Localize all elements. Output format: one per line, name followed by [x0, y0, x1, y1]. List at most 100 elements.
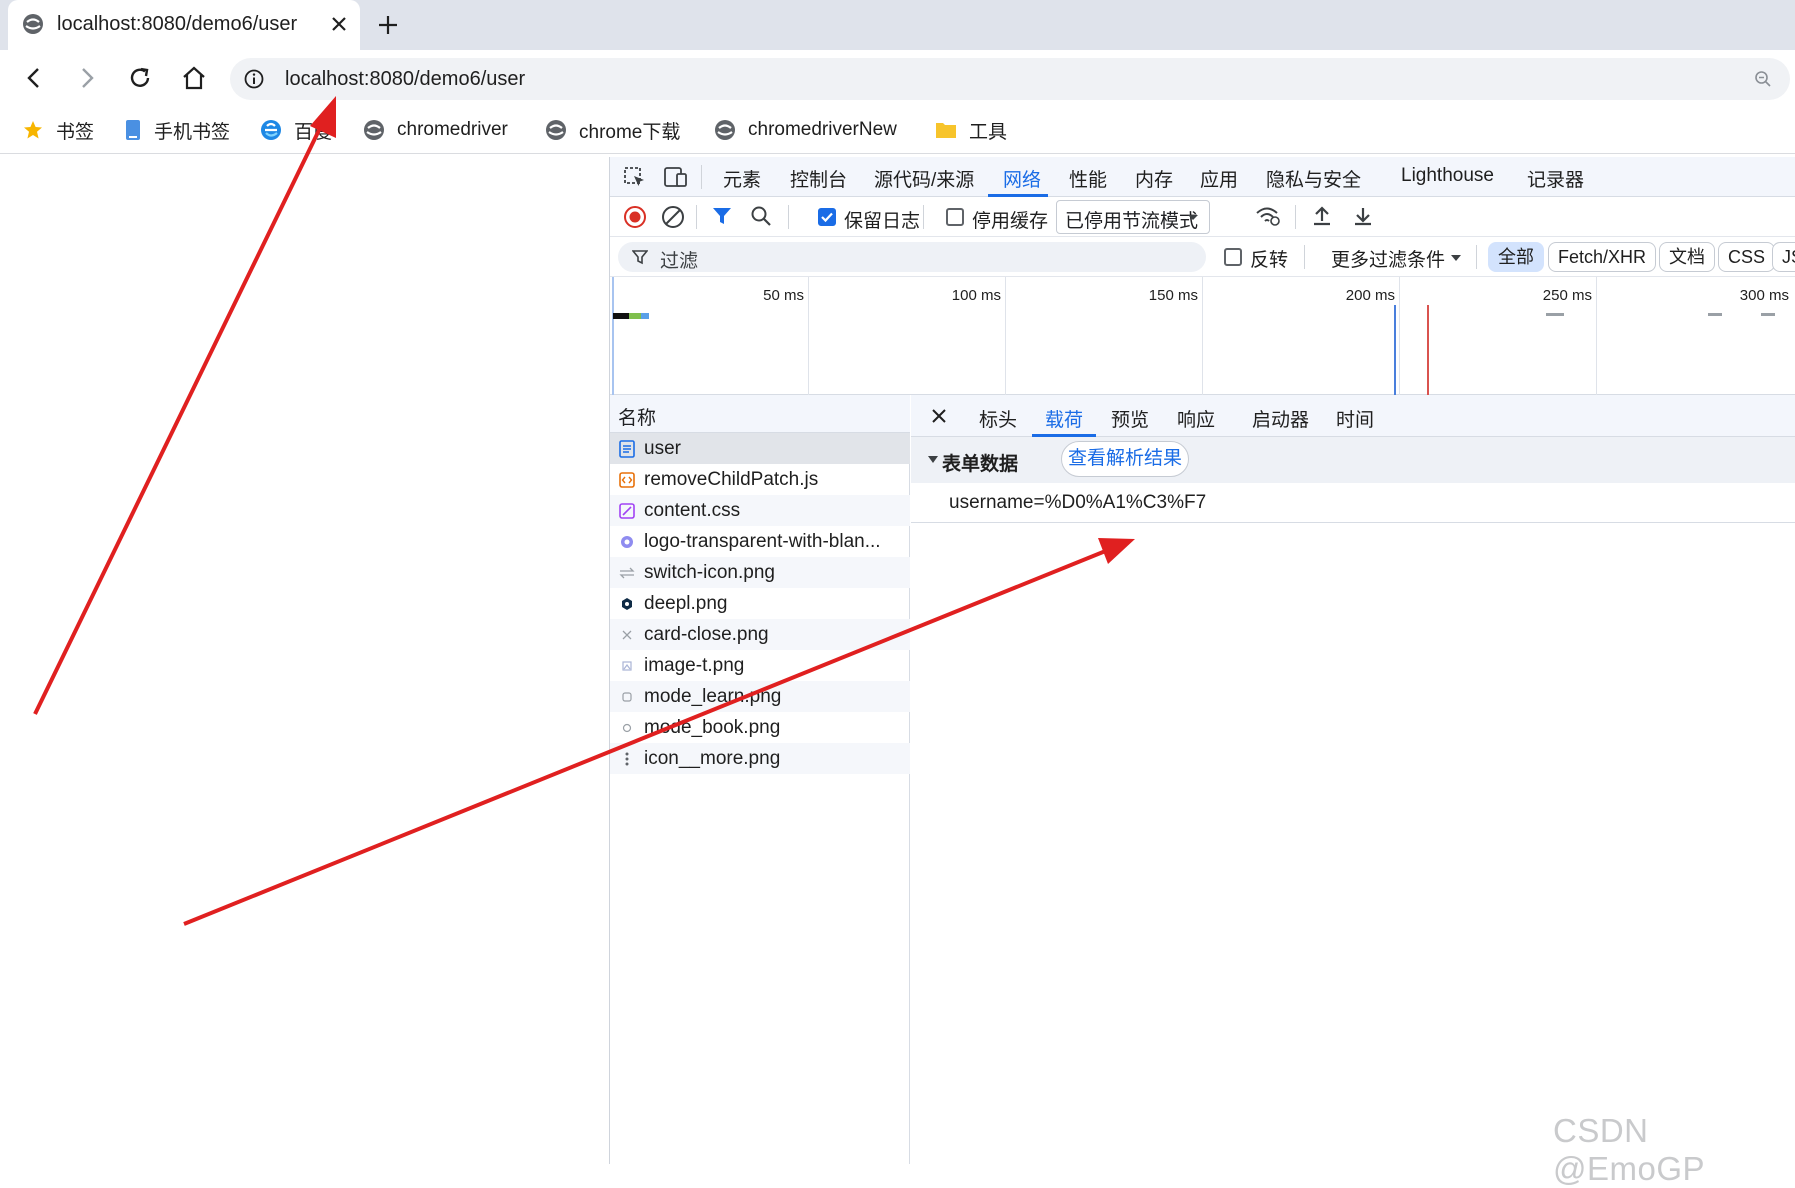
reload-icon[interactable]	[126, 64, 154, 92]
detail-tab-timing[interactable]: 时间	[1336, 405, 1374, 432]
request-row[interactable]: logo-transparent-with-blan...	[610, 526, 910, 557]
stylesheet-icon	[610, 502, 644, 519]
request-name: user	[644, 437, 681, 459]
detail-tab-headers[interactable]: 标头	[979, 405, 1017, 432]
network-toolbar: 保留日志 停用缓存 已停用节流模式	[610, 197, 1795, 237]
bookmark-label: 书签	[56, 121, 95, 143]
import-har-icon[interactable]	[1311, 205, 1333, 227]
timeline-gridline	[1005, 277, 1006, 395]
panel-tab-network[interactable]: 网络	[1003, 165, 1041, 192]
bookmark-item[interactable]: chromedriver	[363, 116, 508, 144]
panel-tab-console[interactable]: 控制台	[790, 165, 847, 192]
image-icon	[610, 567, 644, 579]
browser-toolbar: localhost:8080/demo6/user	[0, 50, 1795, 106]
image-icon	[610, 629, 644, 641]
panel-tab-performance[interactable]: 性能	[1069, 165, 1107, 192]
view-parsed-button[interactable]: 查看解析结果	[1061, 441, 1189, 477]
throttle-value: 已停用节流模式	[1065, 211, 1199, 232]
type-filter-css[interactable]: CSS	[1718, 242, 1776, 272]
detail-tab-response[interactable]: 响应	[1177, 405, 1215, 432]
timeline-gridline	[1596, 277, 1597, 395]
detail-tab-preview[interactable]: 预览	[1111, 405, 1149, 432]
back-icon[interactable]	[20, 64, 48, 92]
request-detail-pane: 标头 载荷 预览 响应 启动器 时间 表单数据 查看解析结果 username=…	[911, 395, 1795, 1164]
panel-tab-lighthouse[interactable]: Lighthouse	[1401, 165, 1494, 187]
image-icon	[610, 691, 644, 703]
annotation-arrow-to-url	[33, 96, 336, 715]
zoom-icon[interactable]	[1754, 70, 1772, 88]
timeline-tick-label: 50 ms	[763, 287, 804, 304]
request-row[interactable]: user	[610, 433, 910, 464]
address-bar[interactable]: localhost:8080/demo6/user	[230, 58, 1790, 100]
request-row[interactable]: content.css	[610, 495, 910, 526]
forward-icon[interactable]	[73, 64, 101, 92]
browser-tab[interactable]: localhost:8080/demo6/user	[8, 0, 360, 50]
request-row[interactable]: image-t.png	[610, 650, 910, 681]
name-column-header: 名称	[618, 408, 657, 429]
filter-input[interactable]: 过滤	[618, 242, 1206, 272]
request-row[interactable]: mode_learn.png	[610, 681, 910, 712]
devtools-panel-tabs: 元素 控制台 源代码/来源 网络 性能 内存 应用 隐私与安全 Lighthou…	[610, 157, 1795, 197]
inspect-element-icon[interactable]	[623, 166, 647, 188]
network-conditions-icon[interactable]	[1255, 205, 1281, 227]
phone-icon	[124, 119, 142, 141]
image-icon	[610, 597, 644, 611]
type-filter-js[interactable]: JS	[1772, 242, 1795, 272]
type-filter-doc[interactable]: 文档	[1659, 242, 1715, 272]
clear-icon[interactable]	[661, 205, 685, 229]
request-row[interactable]: card-close.png	[610, 619, 910, 650]
bookmark-item[interactable]: 工具	[935, 116, 1007, 144]
type-filter-fetch-xhr[interactable]: Fetch/XHR	[1548, 242, 1657, 272]
request-row[interactable]: mode_book.png	[610, 712, 910, 743]
export-har-icon[interactable]	[1352, 205, 1374, 227]
record-stop-icon[interactable]	[623, 205, 647, 229]
detail-tab-initiator[interactable]: 启动器	[1252, 405, 1309, 432]
bookmark-item[interactable]: 书签	[22, 116, 94, 144]
more-filters-dropdown[interactable]: 更多过滤条件	[1331, 245, 1445, 272]
site-info-icon[interactable]	[244, 69, 264, 89]
timeline-overview[interactable]: 50 ms 100 ms 150 ms 200 ms 250 ms 300 ms	[610, 277, 1795, 395]
panel-tab-sources[interactable]: 源代码/来源	[874, 165, 974, 192]
close-tab-icon[interactable]	[330, 15, 348, 33]
filter-funnel-icon[interactable]	[711, 205, 733, 227]
bookmark-item[interactable]: chromedriverNew	[714, 116, 897, 144]
filter-placeholder: 过滤	[660, 251, 699, 272]
disable-cache-checkbox[interactable]	[946, 208, 964, 226]
bookmarks-bar: 书签 手机书签 百度 chromedriver chrome下载 chromed…	[0, 106, 1795, 154]
request-row[interactable]: deepl.png	[610, 588, 910, 619]
document-icon	[610, 439, 644, 458]
bookmark-label: 手机书签	[154, 121, 231, 143]
separator	[1304, 245, 1305, 269]
request-name: switch-icon.png	[644, 561, 775, 583]
dom-content-loaded-marker	[1394, 305, 1396, 395]
type-filter-all[interactable]: 全部	[1488, 242, 1544, 272]
throttle-select[interactable]: 已停用节流模式	[1056, 200, 1210, 234]
panel-tab-application[interactable]: 应用	[1200, 165, 1238, 192]
timeline-gridline	[1399, 277, 1400, 395]
close-icon[interactable]	[931, 408, 947, 424]
bookmark-item[interactable]: 百度	[260, 116, 332, 144]
request-row[interactable]: removeChildPatch.js	[610, 464, 910, 495]
invert-checkbox[interactable]	[1224, 248, 1242, 266]
preserve-log-checkbox[interactable]	[818, 208, 836, 226]
request-row[interactable]: switch-icon.png	[610, 557, 910, 588]
panel-tab-recorder[interactable]: 记录器	[1527, 165, 1584, 192]
bookmark-item[interactable]: chrome下载	[545, 116, 680, 144]
detail-tab-payload[interactable]: 载荷	[1045, 405, 1083, 432]
edge-icon	[260, 119, 282, 141]
form-data-section-header[interactable]: 表单数据 查看解析结果	[911, 437, 1795, 483]
device-toolbar-icon[interactable]	[663, 166, 689, 188]
new-tab-icon[interactable]	[377, 14, 399, 36]
home-icon[interactable]	[180, 64, 208, 92]
request-list-header[interactable]: 名称	[610, 395, 910, 433]
request-list: 名称 user removeChildPatch.js content.css …	[610, 395, 910, 1164]
panel-tab-elements[interactable]: 元素	[723, 165, 761, 192]
request-name: mode_learn.png	[644, 685, 782, 707]
request-row[interactable]: icon__more.png	[610, 743, 910, 774]
panel-tab-privacy[interactable]: 隐私与安全	[1266, 165, 1361, 192]
bookmark-item[interactable]: 手机书签	[124, 116, 230, 144]
panel-tab-memory[interactable]: 内存	[1135, 165, 1173, 192]
timeline-tick-label: 150 ms	[1148, 287, 1198, 304]
detail-tabs: 标头 载荷 预览 响应 启动器 时间	[911, 395, 1795, 437]
search-icon[interactable]	[750, 205, 772, 227]
